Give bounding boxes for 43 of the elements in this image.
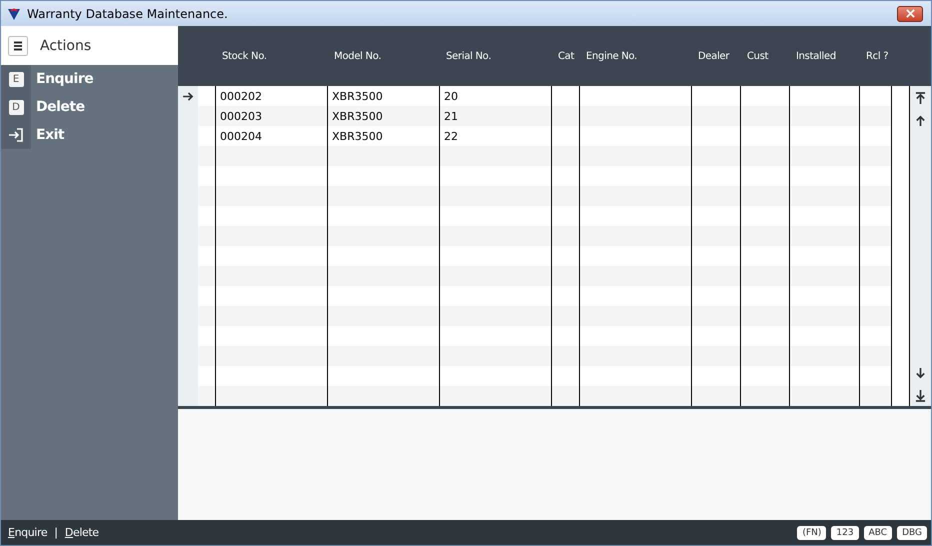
exit-icon [8,127,24,143]
status-link[interactable]: Enquire [8,526,48,539]
action-item[interactable]: Exit [31,127,64,143]
key-badge: D [8,100,24,114]
separator-text: | [54,526,58,539]
table-row[interactable]: 000203 XBR3500 21 [178,106,909,126]
table-cell: 20 [444,90,458,102]
mode-indicator: DBG [897,526,927,540]
column-header[interactable]: Rcl ? [860,50,892,62]
action-item[interactable]: Delete [31,99,85,115]
table-cell: 21 [444,110,458,122]
status-link[interactable]: Delete [64,526,99,539]
close-button[interactable] [897,6,923,22]
action-item[interactable]: Enquire [31,71,94,87]
column-header[interactable]: Dealer [692,50,741,62]
app-logo-icon [7,6,21,20]
column-header[interactable]: Stock No. [216,50,328,62]
menu-icon[interactable] [8,36,28,56]
table-cell: XBR3500 [332,110,383,122]
column-header[interactable]: Engine No. [580,50,692,62]
row-pointer-icon [182,92,194,100]
column-header[interactable]: Installed [790,50,860,62]
scroll-bottom-icon[interactable] [915,389,926,402]
mode-indicator: 123 [831,526,859,540]
table-cell: 000204 [220,130,262,142]
mode-indicator: ABC [864,526,892,540]
column-header[interactable]: Serial No. [440,50,552,62]
table-cell: 000203 [220,110,262,122]
scroll-down-icon[interactable] [915,368,926,379]
column-header[interactable]: Cat [552,50,580,62]
key-badge: E [8,72,24,86]
window-title: Warranty Database Maintenance. [27,6,229,20]
close-icon [906,9,914,18]
scroll-up-icon[interactable] [915,115,926,126]
mode-indicator: (FN) [797,526,826,540]
table-cell: XBR3500 [332,130,383,142]
column-header[interactable]: Model No. [328,50,440,62]
table-cell: 000202 [220,90,262,102]
column-header[interactable]: Cust [741,50,790,62]
actions-title: Actions [40,38,92,54]
table-cell: 22 [444,130,458,142]
scroll-top-icon[interactable] [915,92,926,105]
table-cell: XBR3500 [332,90,383,102]
